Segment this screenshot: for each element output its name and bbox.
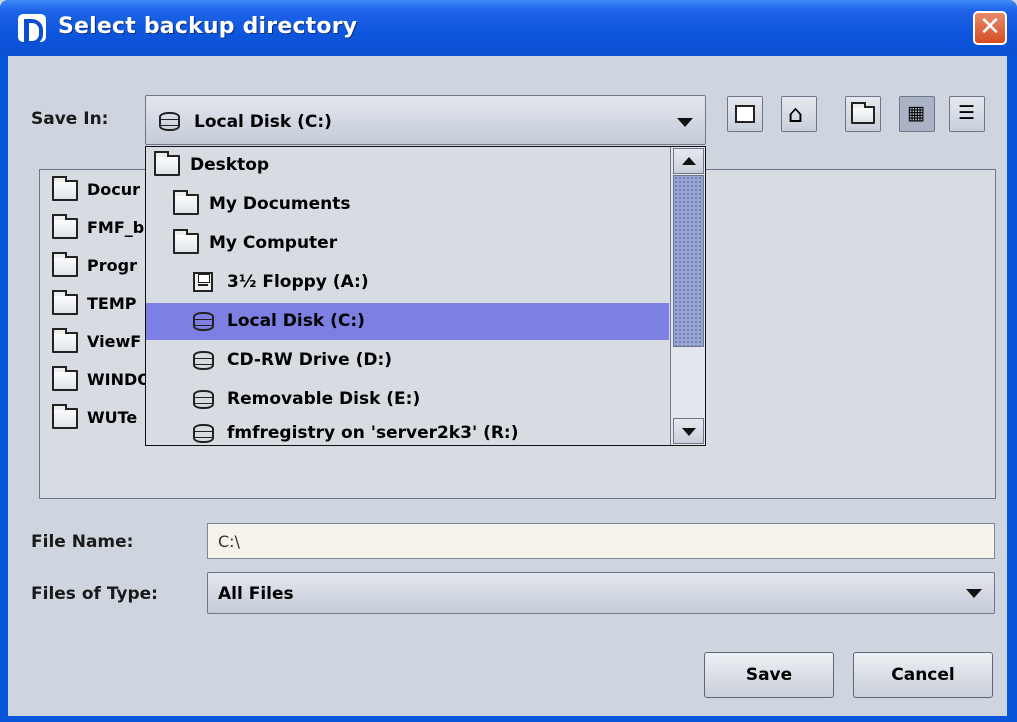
disk-icon [193,424,214,443]
close-button[interactable]: ✕ [973,11,1007,45]
dropdown-item-label: CD-RW Drive (D:) [227,350,393,370]
folder-icon [52,366,78,391]
cancel-button[interactable]: Cancel [853,652,993,698]
save-in-popup[interactable]: Desktop My Documents My Computer 3½ Flop… [145,146,706,446]
up-one-level-button[interactable] [727,96,763,132]
file-type-label: Files of Type: [31,584,158,604]
file-name-input[interactable]: C:\ [207,523,995,559]
file-type-label-text: Files of Type: [31,584,158,604]
dialog-window: Select backup directory ✕ Save In: Local… [0,0,1017,722]
list-item-label: FMF_b [87,218,145,237]
list-view-icon: ▦ [907,102,925,124]
list-item-label: Docur [87,180,141,199]
dropdown-item-cd-rw[interactable]: CD-RW Drive (D:) [146,342,669,379]
dropdown-item-removable-disk[interactable]: Removable Disk (E:) [146,381,669,418]
folder-icon [52,252,78,277]
file-type-value: All Files [218,584,294,604]
list-item-label: ViewF [87,332,142,351]
save-in-dropdown[interactable]: Local Disk (C:) [145,95,706,145]
window-title: Select backup directory [58,14,358,39]
chevron-down-icon [966,589,982,598]
list-item-label: TEMP [87,294,137,313]
dropdown-scrollbar[interactable] [670,147,705,445]
dropdown-item-local-disk[interactable]: Local Disk (C:) [146,303,669,340]
new-folder-button[interactable] [845,96,881,132]
file-name-label: File Name: [31,532,133,552]
floppy-icon [193,272,213,292]
folder-icon [173,190,199,215]
folder-icon [173,229,199,254]
disk-icon [193,390,214,409]
disk-icon [193,351,214,370]
close-icon: ✕ [979,12,1001,42]
list-view-button[interactable]: ▦ [899,96,935,132]
dropdown-item-floppy[interactable]: 3½ Floppy (A:) [146,264,669,301]
dropdown-item-my-documents[interactable]: My Documents [146,186,669,223]
home-button[interactable]: ⌂ [781,96,817,132]
dropdown-item-label: Removable Disk (E:) [227,389,421,409]
file-name-label-text: File Name: [31,532,134,552]
save-button[interactable]: Save [704,652,834,698]
file-type-dropdown[interactable]: All Files [207,572,995,614]
dropdown-item-label: My Computer [209,233,338,253]
details-view-button[interactable]: ☰ [949,96,985,132]
dialog-body: Save In: Local Disk (C:) ⌂ ▦ ☰ Docur FMF… [8,56,1007,716]
up-one-level-icon [735,105,755,123]
home-icon: ⌂ [788,100,804,128]
dropdown-item-desktop[interactable]: Desktop [146,147,669,184]
folder-icon [52,290,78,315]
folder-icon [52,328,78,353]
list-item-label: WINDO [87,370,151,389]
new-folder-icon [851,102,875,124]
save-in-value: Local Disk (C:) [194,112,332,132]
folder-icon [52,404,78,429]
details-view-icon: ☰ [958,102,976,124]
title-bar[interactable]: Select backup directory ✕ [0,0,1017,56]
save-in-label-text: Save In: [31,109,109,129]
folder-icon [154,151,180,176]
dropdown-item-label: Desktop [190,155,270,175]
list-item-label: Progr [87,256,137,275]
folder-icon [52,176,78,201]
folder-icon [52,214,78,239]
save-in-label: Save In: [31,109,108,129]
dropdown-item-label: Local Disk (C:) [227,311,365,331]
app-logo-icon [18,14,46,45]
file-name-value: C:\ [218,532,240,551]
dropdown-item-network-drive[interactable]: fmfregistry on 'server2k3' (R:) [146,415,669,445]
dropdown-item-my-computer[interactable]: My Computer [146,225,669,262]
chevron-down-icon [677,118,693,127]
scroll-up-button[interactable] [673,148,704,174]
scroll-down-button[interactable] [673,418,704,444]
disk-icon [193,312,214,331]
dropdown-item-label: My Documents [209,194,351,214]
dropdown-item-label: fmfregistry on 'server2k3' (R:) [227,423,519,443]
list-item-label: WUTe [87,408,138,427]
dropdown-item-label: 3½ Floppy (A:) [227,272,369,292]
disk-icon [159,112,180,131]
scrollbar-thumb[interactable] [673,175,704,347]
